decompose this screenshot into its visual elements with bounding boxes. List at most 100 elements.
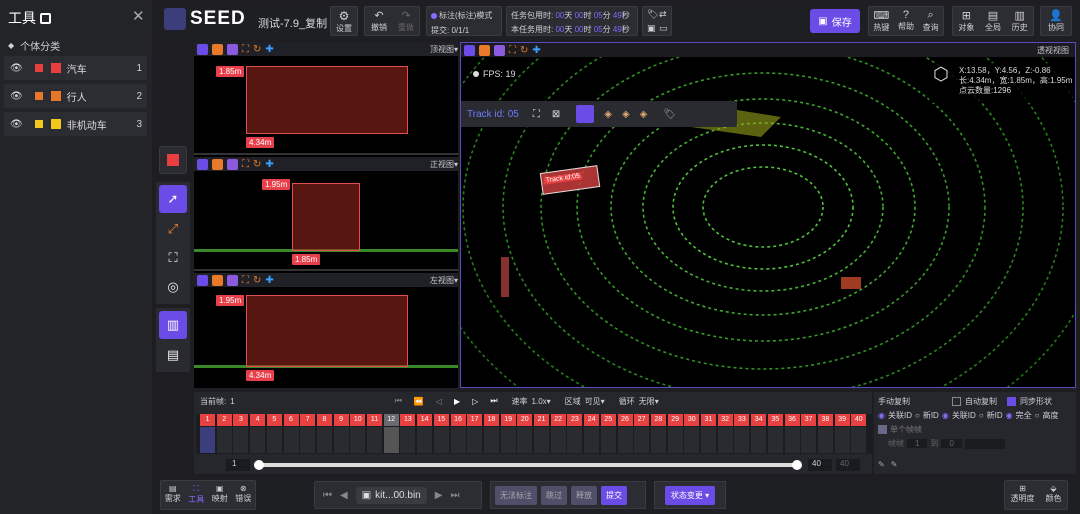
radio[interactable]: ○ bbox=[1035, 411, 1040, 420]
requirement-button[interactable]: ▤ 需求 bbox=[165, 481, 181, 509]
sync-shape-checkbox[interactable] bbox=[1007, 397, 1016, 406]
frame-cell[interactable]: 21 bbox=[534, 414, 549, 426]
skip-button[interactable]: 跳过 bbox=[541, 485, 567, 505]
share-icon[interactable]: ⇄ bbox=[659, 9, 667, 20]
step-forward-icon[interactable]: ▷ bbox=[472, 397, 478, 406]
query-button[interactable]: ⌕ 查询 bbox=[923, 7, 939, 35]
frame-cell[interactable]: 20 bbox=[517, 414, 533, 426]
step-back-icon[interactable]: ◁ bbox=[436, 397, 442, 406]
view-side-icon[interactable]: ◈ bbox=[604, 109, 612, 120]
frame-slot[interactable] bbox=[634, 427, 650, 453]
frame-slot[interactable] bbox=[450, 427, 466, 453]
layout-alt-button[interactable]: ▤ bbox=[159, 341, 187, 369]
frame-slot[interactable] bbox=[617, 427, 633, 453]
frame-cell[interactable]: 9 bbox=[333, 414, 349, 426]
frame-cell[interactable]: 26 bbox=[617, 414, 633, 426]
fit-object-icon[interactable]: ⛶ bbox=[533, 109, 540, 120]
fit-icon[interactable]: ⛶ bbox=[242, 159, 249, 170]
top-view[interactable]: ⛶ ↻ ✚ 顶视图▾ 1.85m 4.34m bbox=[194, 42, 458, 155]
fit-icon[interactable]: ⛶ bbox=[242, 44, 249, 55]
frame-cell[interactable]: 14 bbox=[417, 414, 433, 426]
frame-slot[interactable] bbox=[333, 427, 349, 453]
edit-alt-icon[interactable]: ✎ bbox=[891, 460, 898, 469]
area-select[interactable]: 可见▾ bbox=[585, 396, 605, 407]
frame-slot[interactable] bbox=[717, 427, 733, 453]
add-cube-button[interactable] bbox=[159, 146, 187, 174]
frame-cell[interactable]: 33 bbox=[734, 414, 750, 426]
frame-slot[interactable] bbox=[667, 427, 683, 453]
first-frame-icon[interactable]: ⏮ bbox=[395, 396, 402, 406]
frame-cell[interactable]: 6 bbox=[283, 414, 299, 426]
object-button[interactable]: ⊞ 对象 bbox=[958, 7, 974, 35]
refresh-icon[interactable]: ↻ bbox=[253, 44, 261, 55]
submit-button[interactable]: 提交 bbox=[601, 485, 627, 505]
frame-slot[interactable] bbox=[483, 427, 499, 453]
refresh-icon[interactable]: ↻ bbox=[253, 275, 261, 286]
class-item-pedestrian[interactable]: 👁 行人 2 bbox=[4, 84, 147, 108]
frame-slot[interactable] bbox=[400, 427, 416, 453]
frame-cell[interactable]: 16 bbox=[450, 414, 466, 426]
opacity-button[interactable]: ⊞ 透明度 bbox=[1011, 481, 1035, 509]
rotate-tool-button[interactable]: ◎ bbox=[159, 273, 187, 301]
section-header[interactable]: ◆ 个体分类 bbox=[8, 38, 60, 53]
frame-slot[interactable] bbox=[517, 427, 533, 453]
manual-copy-label[interactable]: 手动复制 bbox=[878, 396, 910, 407]
frame-cell[interactable]: 30 bbox=[684, 414, 700, 426]
collab-button[interactable]: 👤 协同 bbox=[1040, 6, 1072, 36]
frame-slot[interactable] bbox=[283, 427, 299, 453]
frame-slot[interactable] bbox=[200, 427, 215, 453]
tag-icon[interactable]: 🏷 bbox=[647, 9, 658, 20]
front-view-select[interactable]: 正视图▾ bbox=[430, 159, 458, 170]
prev-frame-icon[interactable]: ⏪ bbox=[414, 397, 424, 406]
radio-selected[interactable]: ◉ bbox=[878, 411, 885, 420]
fit-icon[interactable]: ⛶ bbox=[242, 275, 249, 286]
move-icon[interactable]: ✚ bbox=[265, 159, 273, 170]
frame-slot[interactable] bbox=[567, 427, 583, 453]
layout-split-button[interactable]: ▥ bbox=[159, 311, 187, 339]
frame-cell[interactable]: 40 bbox=[851, 414, 867, 426]
frame-slot[interactable] bbox=[300, 427, 316, 453]
range-start-box[interactable]: 1 bbox=[226, 459, 250, 471]
reset-icon[interactable]: ⊠ bbox=[552, 109, 560, 120]
move-icon[interactable]: ✚ bbox=[532, 45, 540, 56]
frame-cell[interactable]: 10 bbox=[350, 414, 366, 426]
frame-slot[interactable] bbox=[433, 427, 449, 453]
persp-view-select[interactable]: 透视视图 bbox=[1037, 45, 1075, 56]
bbox-front[interactable] bbox=[292, 183, 360, 251]
frame-select[interactable] bbox=[964, 438, 1005, 449]
edit-icon[interactable]: ✎ bbox=[878, 460, 885, 469]
view-back-icon[interactable]: ◈ bbox=[640, 109, 648, 120]
frame-cell[interactable]: 13 bbox=[400, 414, 416, 426]
fit-tool-button[interactable]: ⛶ bbox=[159, 244, 187, 272]
frame-cell[interactable]: 38 bbox=[817, 414, 833, 426]
mapping-button[interactable]: ▣ 映射 bbox=[212, 481, 228, 509]
view-top-icon[interactable]: ◈ bbox=[622, 109, 630, 120]
frame-slot[interactable] bbox=[350, 427, 366, 453]
select-tool-button[interactable]: ➚ bbox=[159, 185, 187, 213]
range-end-box[interactable]: 40 bbox=[808, 459, 832, 471]
frame-slot[interactable] bbox=[233, 427, 249, 453]
class-item-car[interactable]: 👁 汽车 1 bbox=[4, 56, 147, 80]
help-button[interactable]: ? 帮助 bbox=[898, 7, 914, 35]
state-change-button[interactable]: 状态变更 ▾ bbox=[664, 485, 716, 505]
undo-button[interactable]: ↶ 撤销 bbox=[367, 9, 391, 33]
loop-select[interactable]: 无限▾ bbox=[639, 396, 659, 407]
frame-cell[interactable]: 11 bbox=[367, 414, 382, 426]
error-button[interactable]: ⊗ 错误 bbox=[235, 481, 251, 509]
frame-cell[interactable]: 5 bbox=[266, 414, 282, 426]
close-icon[interactable]: ✕ bbox=[132, 7, 145, 25]
frame-cell[interactable]: 2 bbox=[216, 414, 232, 426]
settings-button[interactable]: ⚙ 设置 bbox=[330, 6, 358, 36]
frame-cell[interactable]: 8 bbox=[316, 414, 332, 426]
file-chip[interactable]: ▣ kit...00.bin bbox=[355, 486, 427, 504]
class-item-nonmotor[interactable]: 👁 非机动车 3 bbox=[4, 112, 147, 136]
first-file-icon[interactable]: ⏮ bbox=[323, 490, 332, 501]
frame-cell[interactable]: 29 bbox=[667, 414, 683, 426]
front-view[interactable]: ⛶ ↻ ✚ 正视图▾ 1.95m 1.85m bbox=[194, 157, 458, 271]
frame-slot[interactable] bbox=[584, 427, 600, 453]
eye-icon[interactable]: 👁 bbox=[10, 119, 23, 130]
frame-slot[interactable] bbox=[851, 427, 867, 453]
frame-slot[interactable] bbox=[767, 427, 783, 453]
move-icon[interactable]: ✚ bbox=[265, 44, 273, 55]
frame-cell[interactable]: 28 bbox=[650, 414, 666, 426]
